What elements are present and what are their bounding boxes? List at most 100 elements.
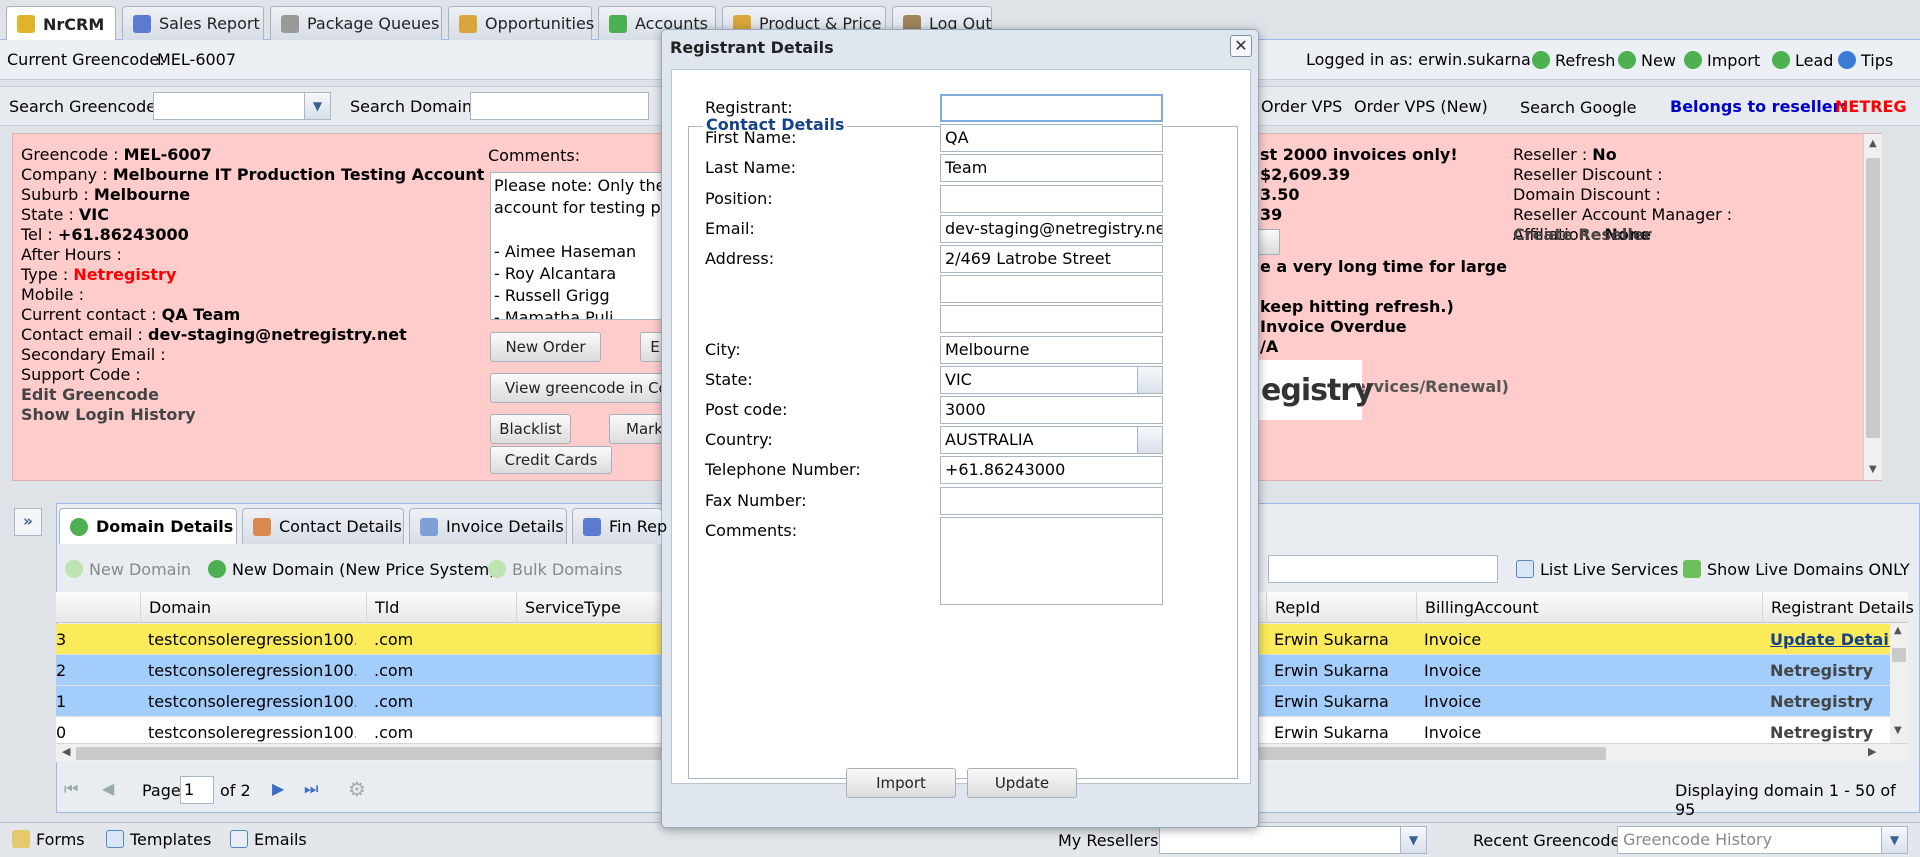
tab-package-queues[interactable]: Package Queues xyxy=(270,6,442,40)
chevron-down-icon[interactable]: ▼ xyxy=(1881,827,1907,853)
summary-line: 3.50 xyxy=(1260,185,1300,204)
add-icon xyxy=(65,560,83,578)
first-name-field[interactable]: QA xyxy=(940,124,1163,153)
scroll-down-icon[interactable]: ▼ xyxy=(1869,464,1877,475)
lead-button[interactable]: Lead xyxy=(1772,51,1838,70)
country-field[interactable]: AUSTRALIA xyxy=(940,426,1163,455)
expand-icon[interactable]: » xyxy=(14,508,42,536)
forms-button[interactable]: Forms xyxy=(12,830,85,849)
import-button[interactable]: Import xyxy=(1684,51,1772,70)
pay-button-fragment[interactable] xyxy=(1256,229,1280,255)
invoice-icon xyxy=(420,517,438,536)
templates-button[interactable]: Templates xyxy=(106,830,211,849)
tab-nrcrm[interactable]: NrCRM xyxy=(6,6,116,41)
import-button[interactable]: Import xyxy=(846,768,956,798)
tab-contact-details[interactable]: Contact Details xyxy=(242,508,404,544)
address-field[interactable]: 2/469 Latrobe Street xyxy=(940,245,1163,273)
new-order-button[interactable]: New Order xyxy=(490,332,601,362)
search-domain-input[interactable] xyxy=(470,92,649,120)
order-vps-link[interactable]: Order VPS xyxy=(1261,97,1342,116)
state-field[interactable]: VIC xyxy=(940,365,1163,394)
search-greencode-combo[interactable]: ▼ xyxy=(153,92,331,120)
tips-button[interactable]: Tips xyxy=(1838,51,1898,70)
show-live-domains-button[interactable]: Show Live Domains ONLY xyxy=(1683,560,1910,579)
new-domain-button[interactable]: New Domain xyxy=(65,560,191,579)
page-input[interactable]: 1 xyxy=(180,776,214,804)
dialog-body: Contact Details Registrant: First Name: QA… xyxy=(671,69,1251,784)
order-vps-new-link[interactable]: Order VPS (New) xyxy=(1354,97,1488,116)
first-page-icon[interactable]: ⏮ xyxy=(64,779,78,799)
chevron-down-icon[interactable]: ▼ xyxy=(304,93,330,119)
create-reseller-link[interactable]: Create Reseller xyxy=(1513,225,1652,244)
tab-opportunities[interactable]: Opportunities xyxy=(448,6,594,40)
tab-invoice-details[interactable]: Invoice Details xyxy=(409,508,567,544)
column-header[interactable]: RepId xyxy=(1266,592,1320,623)
next-page-icon[interactable]: ▶ xyxy=(272,779,284,798)
info-scrollbar[interactable]: ▲ ▼ xyxy=(1863,134,1882,480)
credit-cards-button[interactable]: Credit Cards xyxy=(490,446,612,474)
comment-line: - Russell Grigg xyxy=(494,286,610,305)
column-header[interactable]: ServiceType xyxy=(516,592,621,623)
info-label: Current contact : xyxy=(21,305,162,324)
chevron-down-icon[interactable] xyxy=(1137,426,1163,455)
scroll-right-icon[interactable]: ▶ xyxy=(1868,745,1876,758)
cell-registrant[interactable]: Update Details xyxy=(1762,624,1892,655)
column-header[interactable]: Tld xyxy=(366,592,399,623)
column-header[interactable]: BillingAccount xyxy=(1416,592,1539,623)
column-header[interactable]: Domain xyxy=(140,592,211,623)
scroll-thumb[interactable] xyxy=(1866,158,1880,438)
fax-number-field[interactable] xyxy=(940,486,1163,515)
cell-domain: testconsoleregression100… xyxy=(148,630,356,649)
refresh-icon[interactable]: ⚙ xyxy=(348,777,366,801)
last-page-icon[interactable]: ⏭ xyxy=(304,779,318,799)
vscroll-thumb[interactable] xyxy=(1892,648,1906,662)
scroll-down-icon[interactable]: ▼ xyxy=(1894,725,1902,736)
comments-field[interactable] xyxy=(940,516,1163,605)
city-field[interactable]: Melbourne xyxy=(940,335,1163,364)
tab-fin-rep[interactable]: Fin Rep xyxy=(572,508,667,544)
scroll-up-icon[interactable]: ▲ xyxy=(1869,138,1877,149)
recent-greencode-combo[interactable]: Greencode History ▼ xyxy=(1617,826,1908,854)
tab-sales-report[interactable]: Sales Report xyxy=(122,6,264,40)
position-field[interactable] xyxy=(940,184,1163,213)
search-google-link[interactable]: Search Google xyxy=(1520,98,1636,117)
info-row: Contact email : dev-staging@netregistry.… xyxy=(21,325,491,345)
list-live-services-button[interactable]: List Live Services xyxy=(1516,560,1678,579)
chevron-down-icon[interactable]: ▼ xyxy=(1400,827,1426,853)
emails-button[interactable]: Emails xyxy=(230,830,307,849)
scroll-up-icon[interactable]: ▲ xyxy=(1894,625,1902,636)
post-code-field[interactable]: 3000 xyxy=(940,396,1163,424)
refresh-icon xyxy=(1532,51,1550,69)
blacklist-button[interactable]: Blacklist xyxy=(490,414,571,444)
filter-input[interactable] xyxy=(1268,555,1498,583)
update-button[interactable]: Update xyxy=(967,768,1077,798)
close-icon[interactable]: ✕ xyxy=(1230,35,1252,57)
bulk-domains-button[interactable]: Bulk Domains xyxy=(488,560,622,579)
field-label: City: xyxy=(705,339,741,359)
tab-domain-details[interactable]: Domain Details xyxy=(59,508,237,544)
info-row: Greencode : MEL-6007 xyxy=(21,145,491,165)
new-domain-new-price-button[interactable]: New Domain (New Price System) xyxy=(208,560,495,579)
address-line-field[interactable] xyxy=(940,275,1163,304)
registrant-field[interactable] xyxy=(940,94,1163,122)
scroll-left-icon[interactable]: ◀ xyxy=(62,745,70,758)
new-button[interactable]: New xyxy=(1618,51,1684,70)
email-field[interactable]: dev-staging@netregistry.ne xyxy=(940,214,1163,243)
column-header[interactable]: Registrant Details xyxy=(1762,592,1914,623)
show-login-history-link[interactable]: Show Login History xyxy=(21,405,196,424)
chevron-down-icon[interactable] xyxy=(1137,365,1163,394)
last-name-field[interactable]: Team xyxy=(940,154,1163,183)
prev-page-icon[interactable]: ◀ xyxy=(102,779,114,798)
address-line-field[interactable] xyxy=(940,305,1163,334)
field-label: State: xyxy=(705,369,753,389)
my-resellers-combo[interactable]: ▼ xyxy=(1159,826,1427,854)
view-greencode-button[interactable]: View greencode in Co xyxy=(490,373,670,403)
summary-line: e a very long time for large xyxy=(1260,257,1507,276)
comments-textarea[interactable]: Please note: Only the account for testing… xyxy=(490,172,665,320)
current-greencode-value: MEL-6007 xyxy=(157,50,237,69)
person-icon xyxy=(253,517,271,536)
telephone-number-field[interactable]: +61.86243000 xyxy=(940,456,1163,485)
refresh-button[interactable]: Refresh xyxy=(1532,51,1618,70)
edit-greencode-link[interactable]: Edit Greencode xyxy=(21,385,159,404)
grid-vscrollbar[interactable]: ▲ ▼ xyxy=(1890,623,1908,743)
